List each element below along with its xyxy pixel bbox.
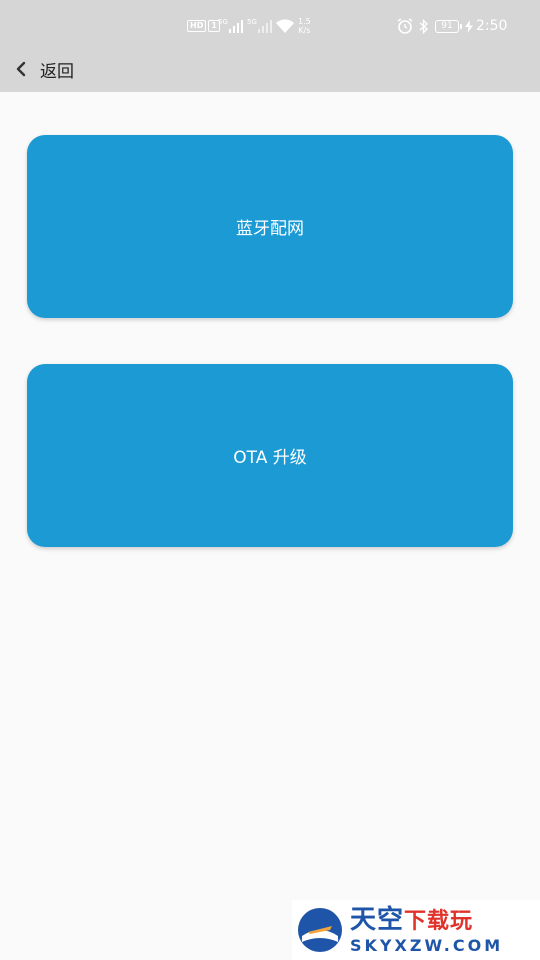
sim1-label: 5G — [218, 18, 228, 26]
sim2-signal: 5G — [247, 0, 274, 52]
clock: 2:50 — [476, 18, 508, 34]
wifi-icon — [276, 18, 294, 33]
alarm-indicator — [397, 0, 413, 52]
top-app-bar: HD 1 5G 5G 1.5 K/s 91 2:50 返回 — [0, 0, 540, 92]
ota-upgrade-button[interactable]: OTA 升级 — [27, 364, 513, 547]
signal-icon — [257, 19, 272, 33]
battery-icon: 91 — [435, 19, 462, 33]
hd-badge: HD — [187, 20, 207, 32]
sim2-label: 5G — [247, 18, 257, 26]
status-bar: HD 1 5G 5G 1.5 K/s 91 2:50 — [0, 0, 540, 52]
sim1-signal: 5G — [218, 0, 245, 52]
charging-icon — [465, 19, 473, 33]
watermark: 天空下载玩 SKYXZW.COM — [292, 900, 540, 960]
speed-value: 1.5 — [298, 17, 311, 26]
hd-indicator: HD 1 — [187, 0, 220, 52]
alarm-icon — [397, 18, 413, 34]
bluetooth-icon — [419, 18, 429, 34]
back-button[interactable]: 返回 — [12, 52, 74, 86]
signal-icon — [228, 19, 243, 33]
watermark-en: SKYXZW.COM — [350, 936, 504, 955]
watermark-cn-main: 天空 — [350, 905, 405, 935]
speed-unit: K/s — [298, 26, 311, 35]
charging-indicator — [465, 0, 473, 52]
bluetooth-network-button[interactable]: 蓝牙配网 — [27, 135, 513, 318]
wifi-indicator — [275, 0, 295, 52]
back-label: 返回 — [40, 61, 74, 82]
bluetooth-indicator — [419, 0, 429, 52]
watermark-logo-icon — [298, 908, 342, 952]
battery-indicator: 91 — [435, 0, 462, 52]
bluetooth-network-label: 蓝牙配网 — [236, 219, 304, 239]
network-speed: 1.5 K/s — [298, 0, 311, 52]
watermark-cn-sub: 下载玩 — [404, 909, 474, 934]
ota-upgrade-label: OTA 升级 — [233, 448, 307, 468]
chevron-left-icon — [12, 60, 30, 78]
